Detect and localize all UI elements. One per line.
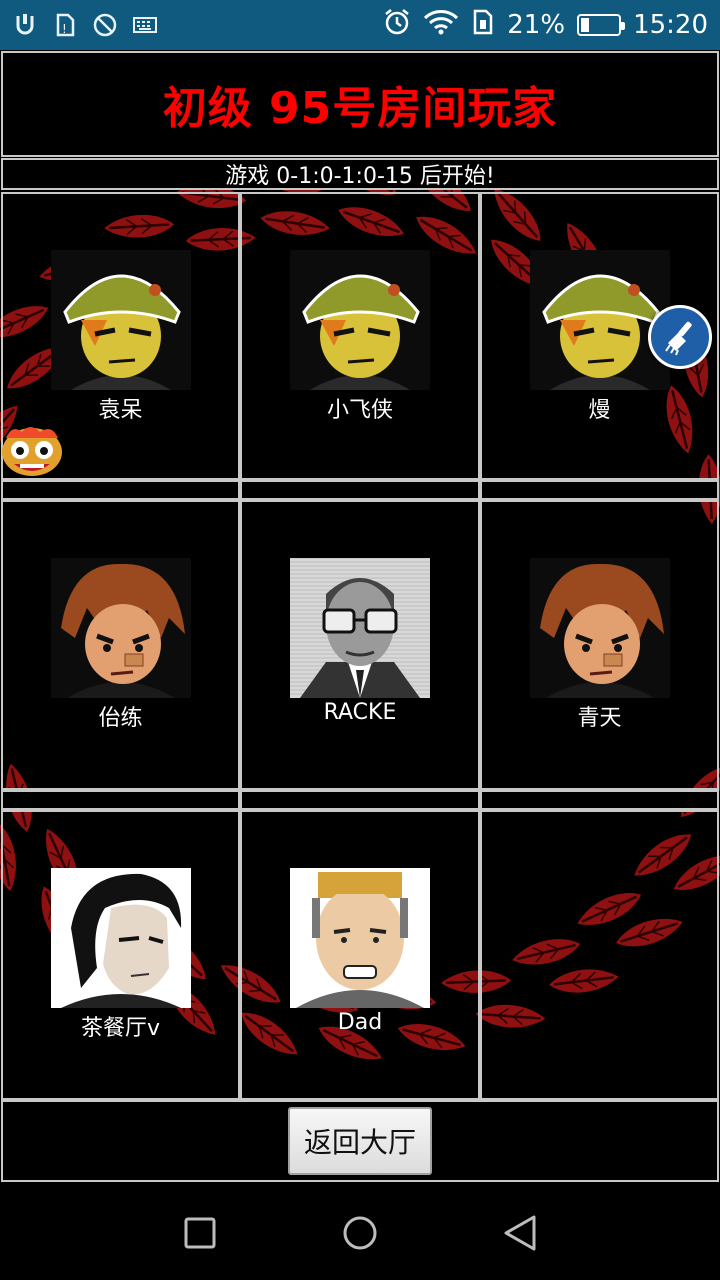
player-name: RACKE <box>323 700 397 725</box>
brawler-avatar[interactable] <box>530 558 670 698</box>
blocked-icon <box>92 12 118 38</box>
soldier-avatar[interactable] <box>290 250 430 390</box>
navigation-bar <box>0 1185 720 1280</box>
countdown-bar: 游戏 0-1:0-1:0-15 后开始! <box>1 158 719 190</box>
svg-text:!: ! <box>62 22 67 36</box>
divider <box>1 790 240 810</box>
title-bar: 初级 95号房间玩家 <box>1 51 719 157</box>
empty-player-slot[interactable] <box>480 810 719 1100</box>
lion-dance-icon[interactable] <box>0 422 64 480</box>
player-name: 小飞侠 <box>326 398 393 423</box>
player-slot[interactable]: Dad <box>240 810 480 1100</box>
divider <box>1 480 240 500</box>
game-room: 初级 95号房间玩家 游戏 0-1:0-1:0-15 后开始! 袁呆 小飞侠 熳… <box>0 50 720 1185</box>
countdown-text: 游戏 0-1:0-1:0-15 后开始! <box>225 164 495 189</box>
player-slot[interactable]: 小飞侠 <box>240 192 480 480</box>
wifi-icon <box>423 8 459 43</box>
player-slot[interactable]: RACKE <box>240 500 480 790</box>
glasses-man-avatar[interactable] <box>290 558 430 698</box>
battery-fill <box>581 18 590 32</box>
page-title: 初级 95号房间玩家 <box>162 83 558 134</box>
battery-percent: 21% <box>507 10 566 40</box>
player-name: 茶餐厅v <box>80 1016 161 1041</box>
back-icon[interactable] <box>490 1203 550 1263</box>
soldier-avatar[interactable] <box>530 250 670 390</box>
divider <box>240 480 480 500</box>
slick-hair-avatar[interactable] <box>51 868 191 1008</box>
player-name: 熳 <box>588 398 611 423</box>
player-slot[interactable]: 茶餐厅v <box>1 810 240 1100</box>
clock: 15:20 <box>633 10 708 40</box>
player-slot[interactable]: 佁练 <box>1 500 240 790</box>
usb-icon <box>12 12 38 38</box>
divider <box>240 790 480 810</box>
broom-icon[interactable] <box>648 305 712 369</box>
divider <box>480 790 719 810</box>
back-to-lobby-button[interactable]: 返回大厅 <box>288 1107 432 1175</box>
player-name: 袁呆 <box>98 398 143 423</box>
soldier-avatar[interactable] <box>51 250 191 390</box>
sim-icon <box>471 8 495 43</box>
player-slot[interactable]: 青天 <box>480 500 719 790</box>
divider <box>480 480 719 500</box>
bottom-bar: 返回大厅 <box>1 1100 719 1182</box>
status-bar: ! 21% 15:20 <box>0 0 720 50</box>
home-icon[interactable] <box>330 1203 390 1263</box>
sim-warning-icon: ! <box>52 12 78 38</box>
alarm-icon <box>383 8 411 43</box>
recent-apps-icon[interactable] <box>170 1203 230 1263</box>
brawler-avatar[interactable] <box>51 558 191 698</box>
player-name: Dad <box>337 1010 383 1035</box>
player-name: 青天 <box>577 706 622 731</box>
blond-man-avatar[interactable] <box>290 868 430 1008</box>
battery-icon <box>577 14 626 36</box>
keyboard-icon <box>132 12 158 38</box>
player-name: 佁练 <box>98 706 143 731</box>
